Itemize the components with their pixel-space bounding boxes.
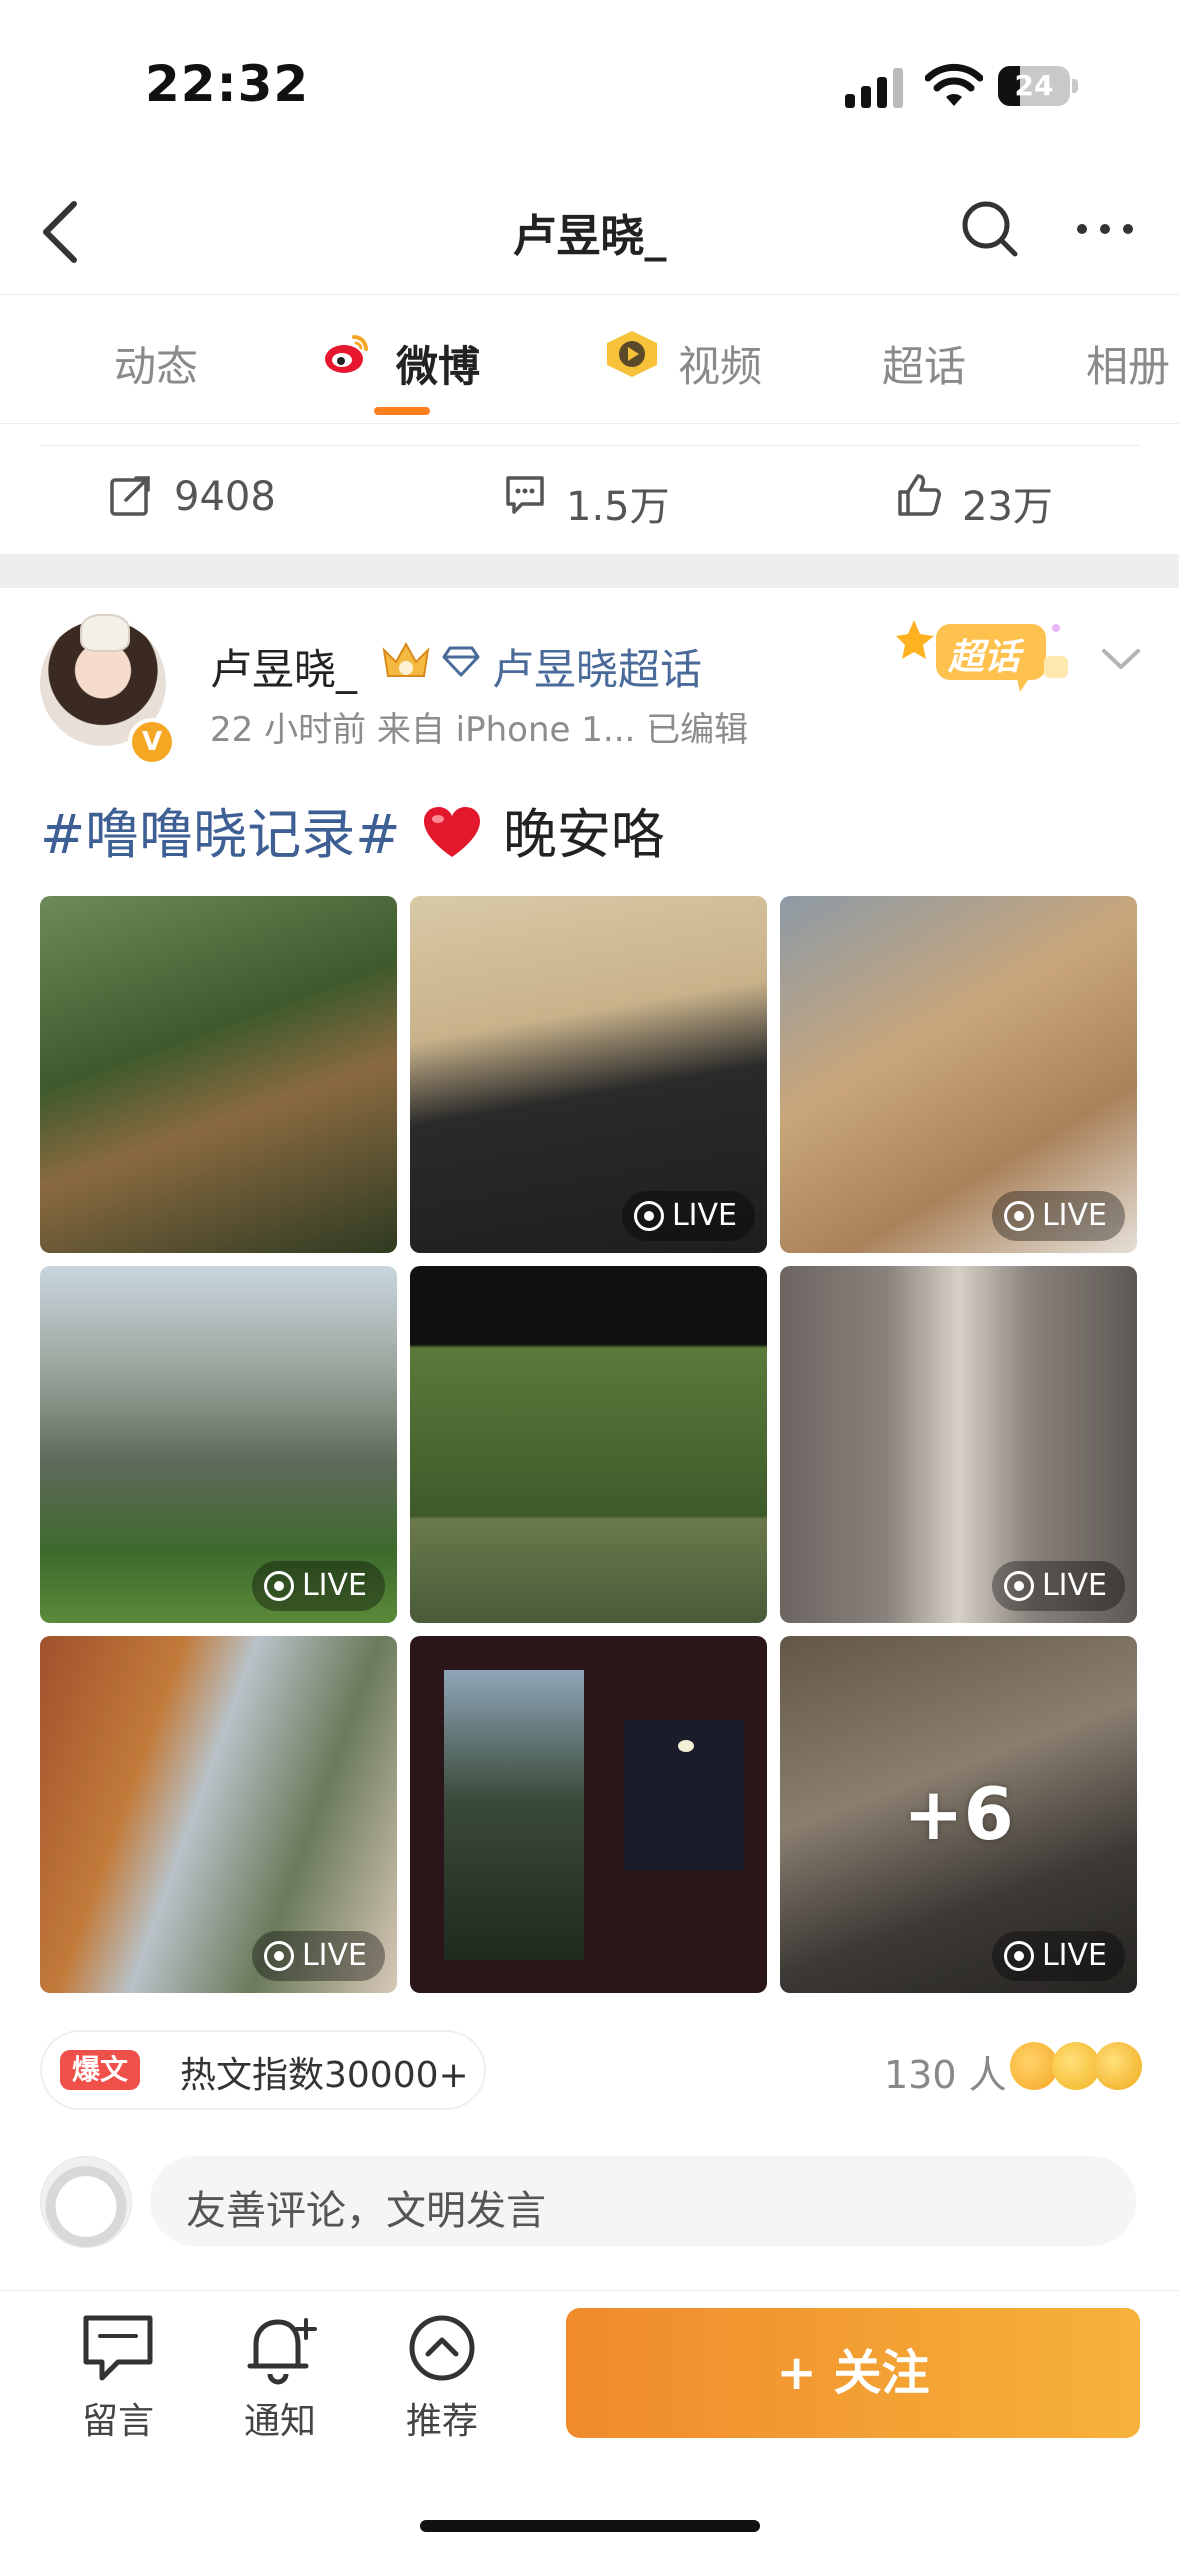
post-author-name[interactable]: 卢昱晓_ bbox=[210, 636, 357, 697]
profile-tabs: 动态 微博 视频 超话 相册 bbox=[0, 295, 1179, 424]
live-label: LIVE bbox=[1041, 1568, 1107, 1603]
photo-1[interactable] bbox=[40, 896, 397, 1253]
reaction-count[interactable]: 130 人 bbox=[884, 2044, 1007, 2099]
my-avatar bbox=[40, 2156, 132, 2248]
chevron-down-icon[interactable] bbox=[1100, 645, 1142, 673]
search-icon[interactable] bbox=[955, 194, 1025, 264]
live-photo-icon bbox=[263, 1571, 294, 1601]
battery-icon: 24 bbox=[998, 66, 1078, 106]
live-badge: LIVE bbox=[621, 1191, 755, 1241]
live-photo-icon bbox=[1003, 1201, 1034, 1231]
status-bar: 22:32 24 bbox=[0, 0, 1179, 170]
live-label: LIVE bbox=[671, 1198, 737, 1233]
diamond-icon bbox=[442, 646, 480, 677]
repost-icon[interactable] bbox=[108, 472, 154, 518]
recommend-icon[interactable] bbox=[402, 2310, 482, 2386]
comment-placeholder: 友善评论，文明发言 bbox=[186, 2188, 546, 2234]
live-label: LIVE bbox=[1041, 1198, 1107, 1233]
recommend-label[interactable]: 推荐 bbox=[382, 2392, 502, 2444]
message-label[interactable]: 留言 bbox=[58, 2392, 178, 2444]
live-badge: LIVE bbox=[991, 1191, 1125, 1241]
comment-count[interactable]: 1.5万 bbox=[566, 474, 670, 532]
live-photo-icon bbox=[633, 1201, 664, 1231]
message-icon[interactable] bbox=[78, 2310, 158, 2386]
follow-button[interactable]: + 关注 bbox=[566, 2308, 1140, 2438]
photo-9[interactable]: +6 LIVE bbox=[780, 1636, 1137, 1993]
post-text: #噜噜晓记录# 晚安咯 bbox=[40, 790, 665, 869]
crown-badge-icon bbox=[382, 641, 430, 677]
notify-bell-icon[interactable] bbox=[240, 2310, 320, 2386]
battery-level: 24 bbox=[1014, 69, 1054, 102]
hot-tag: 爆文 bbox=[60, 2050, 141, 2090]
live-badge: LIVE bbox=[991, 1931, 1125, 1981]
live-label: LIVE bbox=[301, 1568, 367, 1603]
cellular-signal-icon bbox=[845, 68, 903, 108]
tab-dongtai[interactable]: 动态 bbox=[114, 333, 198, 394]
live-badge: LIVE bbox=[251, 1931, 385, 1981]
weibo-logo-icon bbox=[325, 335, 368, 373]
tab-chaohua[interactable]: 超话 bbox=[882, 333, 966, 394]
live-label: LIVE bbox=[301, 1938, 367, 1973]
laugh-emoji-icon bbox=[1010, 2042, 1058, 2090]
verified-badge-icon: V bbox=[128, 718, 176, 766]
live-label: LIVE bbox=[1041, 1938, 1107, 1973]
tab-active-indicator bbox=[374, 407, 430, 415]
live-photo-icon bbox=[1003, 1941, 1034, 1971]
grin-emoji-icon bbox=[1052, 2042, 1100, 2090]
tab-album[interactable]: 相册 bbox=[1086, 333, 1170, 394]
wifi-icon bbox=[925, 63, 983, 106]
section-gap bbox=[0, 554, 1179, 588]
live-photo-icon bbox=[1003, 1571, 1034, 1601]
post-body: 晚安咯 bbox=[502, 803, 665, 866]
avatar-decoration bbox=[80, 614, 130, 652]
status-time: 22:32 bbox=[145, 55, 310, 113]
notify-label[interactable]: 通知 bbox=[220, 2392, 340, 2444]
more-icon[interactable] bbox=[1070, 194, 1140, 264]
divider bbox=[40, 445, 1140, 446]
photo-4[interactable]: LIVE bbox=[40, 1266, 397, 1623]
post-stats-row: 9408 1.5万 23万 bbox=[0, 424, 1179, 554]
photo-2[interactable]: LIVE bbox=[410, 896, 767, 1253]
like-count[interactable]: 23万 bbox=[962, 474, 1053, 532]
live-badge: LIVE bbox=[991, 1561, 1125, 1611]
photo-5[interactable] bbox=[410, 1266, 767, 1623]
post-meta: 22 小时前 来自 iPhone 1... 已编辑 bbox=[210, 710, 749, 750]
live-badge: LIVE bbox=[251, 1561, 385, 1611]
video-icon bbox=[607, 331, 657, 377]
live-photo-icon bbox=[263, 1941, 294, 1971]
comment-icon[interactable] bbox=[502, 472, 548, 518]
tab-weibo[interactable]: 微博 bbox=[396, 333, 480, 394]
photo-6[interactable]: LIVE bbox=[780, 1266, 1137, 1623]
surprised-emoji-icon bbox=[1094, 2042, 1142, 2090]
like-icon[interactable] bbox=[896, 472, 942, 518]
chaohua-badge-label: 超话 bbox=[948, 637, 1021, 678]
tab-video[interactable]: 视频 bbox=[678, 333, 762, 394]
home-indicator bbox=[420, 2520, 760, 2532]
repost-count[interactable]: 9408 bbox=[174, 474, 276, 520]
post-hashtag[interactable]: #噜噜晓记录# bbox=[40, 803, 401, 866]
hot-index-text: 热文指数30000+ bbox=[180, 2055, 469, 2096]
topic-link[interactable]: 卢昱晓超话 bbox=[492, 636, 702, 697]
photo-3[interactable]: LIVE bbox=[780, 896, 1137, 1253]
photo-7[interactable]: LIVE bbox=[40, 1636, 397, 1993]
heart-emoji-icon bbox=[423, 807, 480, 857]
nav-bar: 卢昱晓_ bbox=[0, 170, 1179, 295]
photo-8[interactable] bbox=[410, 1636, 767, 1993]
